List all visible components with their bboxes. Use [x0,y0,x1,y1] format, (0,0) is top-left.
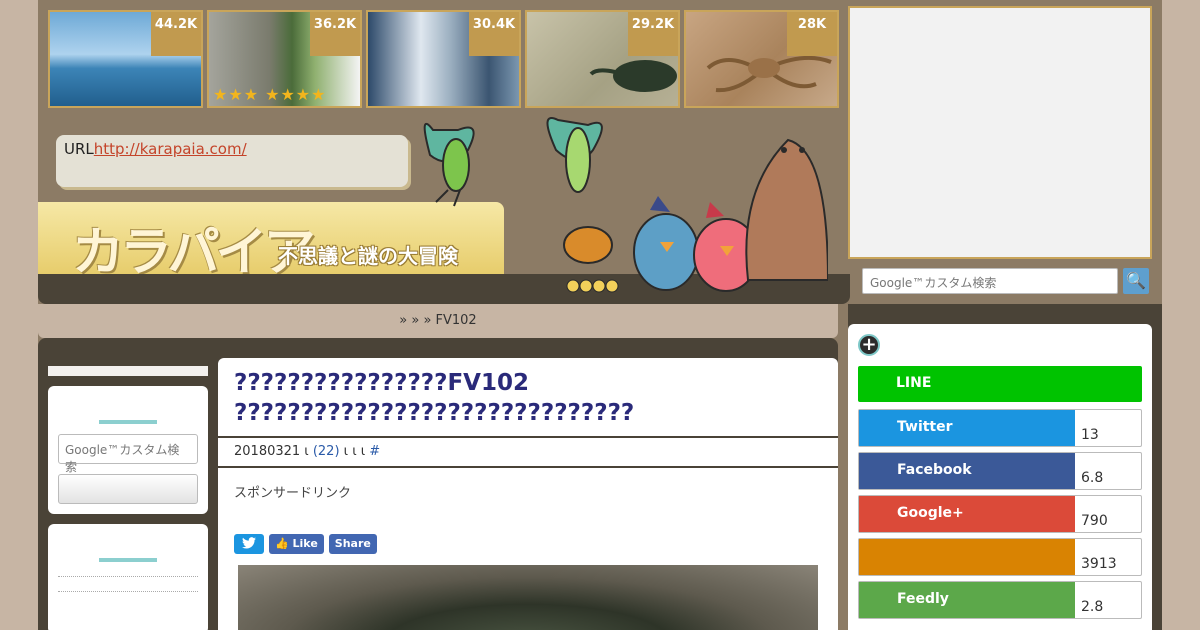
meta-separator: ι [300,444,313,459]
left-sidebar: Google™カスタム検索 [48,366,208,630]
list-divider [58,591,198,592]
facebook-share-button[interactable]: Share [328,534,377,554]
twitter-bird-icon [242,537,256,549]
thumbnail-3[interactable]: 30.4K [366,10,521,108]
share-hatena[interactable]: 3913 [858,538,1142,576]
share-feedly[interactable]: Feedly 2.8 [858,581,1142,619]
share-hatena-count: 3913 [1081,556,1117,572]
sponsored-link-label: スポンサードリンク [234,486,352,501]
search-input[interactable]: Google™カスタム検索 [862,268,1118,294]
tag-link[interactable]: # [369,444,380,459]
sidebar-search-input[interactable]: Google™カスタム検索 [58,434,198,474]
share-googleplus-count: 790 [1081,513,1108,529]
article-meta: 20180321 ι (22) ι ι ι # [218,438,838,468]
share-twitter[interactable]: Twitter 13 [858,409,1142,447]
breadcrumb[interactable]: » » » FV102 [38,304,838,338]
site-url-link[interactable]: http://karapaia.com/ [94,140,247,158]
thumbnail-2[interactable]: ★★★ ★★★★ 36.2K [207,10,362,108]
share-twitter-count: 13 [1081,427,1099,443]
thumbnail-4[interactable]: 29.2K [525,10,680,108]
list-divider [58,576,198,577]
share-twitter-label: Twitter [859,410,1075,446]
view-count-badge: 30.4K [469,12,519,56]
search-icon[interactable]: 🔍 [1123,268,1149,294]
advertisement-banner[interactable] [848,6,1152,259]
thumbs-up-icon: 👍 [275,537,293,550]
view-count-badge: 29.2K [628,12,678,56]
sidebar-header-bar [48,366,208,376]
share-facebook-count: 6.8 [1081,470,1104,486]
view-count-badge: 44.2K [151,12,201,56]
article-title[interactable]: ????????????????FV102 ??????????????????… [218,358,838,438]
article-date: 20180321 [234,444,301,459]
article-card: ????????????????FV102 ??????????????????… [218,358,838,630]
rating-stars: ★★★ ★★★★ [213,85,327,104]
share-feedly-count: 2.8 [1081,599,1104,615]
share-facebook-label: Facebook [859,453,1075,489]
article-main-image [238,565,818,630]
share-feedly-label: Feedly [859,582,1075,618]
site-url-box: URLhttp://karapaia.com/ [56,135,408,187]
share-googleplus[interactable]: Google+ 790 [858,495,1142,533]
url-label: URL [64,140,94,158]
view-count-badge: 36.2K [310,12,360,56]
meta-separator: ι ι ι [339,444,370,459]
header-search: Google™カスタム検索 🔍 [848,264,1152,304]
facebook-like-button[interactable]: 👍 Like [269,534,324,554]
sidebar-search-button[interactable] [58,474,198,504]
comment-count-link[interactable]: (22) [313,444,340,459]
thumbnail-5[interactable]: 28K [684,10,839,108]
share-facebook[interactable]: Facebook 6.8 [858,452,1142,490]
mascot-illustration [423,117,828,293]
view-count-badge: 28K [787,12,837,56]
main-content-area: Google™カスタム検索 ????????????????FV102 ????… [38,338,838,630]
inline-share-buttons: 👍 Like Share [234,534,377,554]
section-divider [99,420,157,424]
page-wrapper: 44.2K ★★★ ★★★★ 36.2K 30.4K 29.2K 28K URL… [38,0,1162,630]
like-label: Like [292,537,318,550]
thumbnail-1[interactable]: 44.2K [48,10,203,108]
tweet-button[interactable] [234,534,264,554]
sidebar-search-box: Google™カスタム検索 [48,386,208,514]
share-hatena-label [859,539,1075,575]
share-line-label: LINE [858,366,1142,402]
share-line[interactable]: LINE [858,366,1142,404]
share-googleplus-label: Google+ [859,496,1075,532]
popular-thumbnails: 44.2K ★★★ ★★★★ 36.2K 30.4K 29.2K 28K [48,10,840,108]
plus-icon[interactable]: + [858,334,880,356]
section-divider [99,558,157,562]
share-panel: + LINE Twitter 13 Facebook 6.8 Google+ 7… [848,324,1152,630]
sidebar-links-box [48,524,208,630]
